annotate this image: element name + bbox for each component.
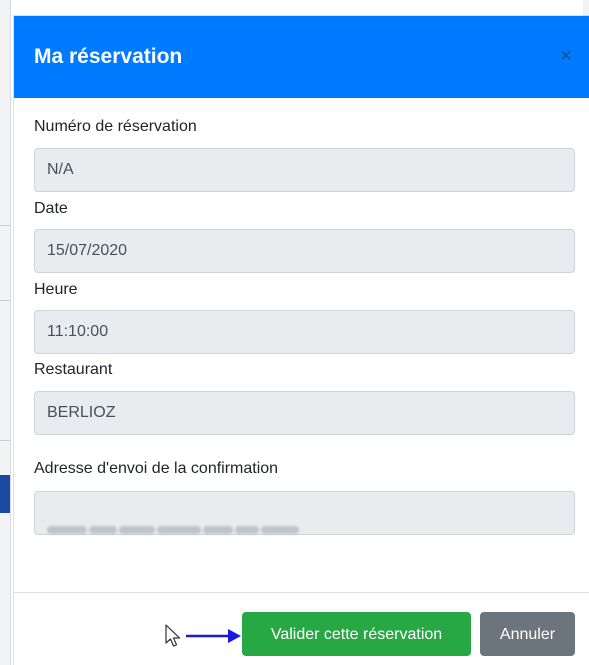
reservation-number-field[interactable]: N/A — [34, 148, 575, 192]
modal-header: Ma réservation × — [14, 16, 589, 98]
time-label: Heure — [34, 281, 78, 298]
close-icon[interactable]: × — [557, 46, 575, 66]
modal-footer-divider — [14, 592, 589, 593]
confirmation-email-label: Adresse d'envoi de la confirmation — [34, 460, 279, 477]
mouse-pointer-icon — [165, 624, 181, 647]
confirmation-email-field[interactable] — [34, 491, 575, 535]
validate-reservation-button[interactable]: Valider cette réservation — [242, 612, 471, 656]
restaurant-field[interactable]: BERLIOZ — [34, 391, 575, 435]
background-page-edge — [0, 0, 11, 665]
annotation-arrow-icon — [186, 629, 241, 643]
cancel-button[interactable]: Annuler — [480, 612, 575, 656]
page: Ma réservation × Numéro de réservation N… — [0, 0, 589, 665]
date-label: Date — [34, 200, 68, 217]
date-field[interactable]: 15/07/2020 — [34, 229, 575, 273]
reservation-number-label: Numéro de réservation — [34, 118, 197, 135]
time-field[interactable]: 11:10:00 — [34, 310, 575, 354]
reservation-modal: Ma réservation × Numéro de réservation N… — [14, 16, 589, 665]
background-divider — [0, 440, 10, 441]
restaurant-label: Restaurant — [34, 361, 113, 378]
background-blue-strip — [0, 475, 10, 513]
modal-title: Ma réservation — [34, 45, 183, 68]
background-divider — [0, 300, 10, 301]
background-divider — [0, 225, 10, 226]
redacted-email — [47, 509, 307, 534]
